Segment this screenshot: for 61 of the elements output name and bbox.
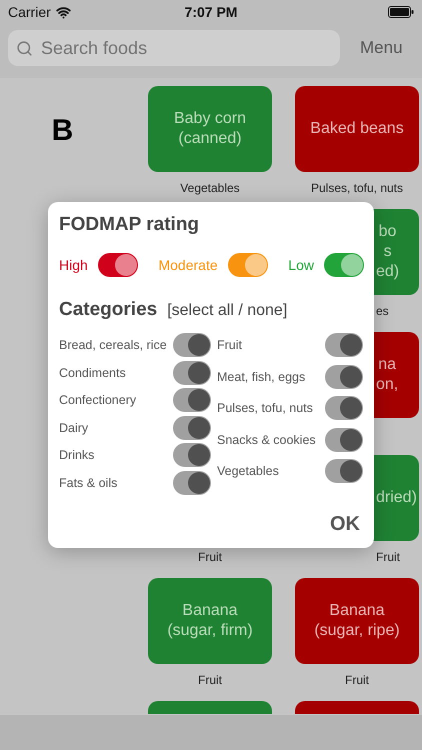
menu-button[interactable]: Menu	[358, 34, 405, 62]
category-label: Fats & oils	[59, 476, 118, 490]
food-tile[interactable]	[148, 701, 272, 714]
category-toggle[interactable]	[325, 459, 363, 483]
search-input[interactable]: Search foods	[39, 36, 323, 60]
food-name: Baby corn (canned)	[174, 109, 246, 149]
section-letter: B	[52, 114, 74, 148]
category-caption: Fruit	[198, 673, 222, 687]
rating-toggle[interactable]	[324, 253, 364, 277]
category-caption: Vegetables	[180, 181, 240, 195]
carrier-label: Carrier	[8, 4, 51, 20]
rating-label: Moderate	[158, 257, 218, 273]
food-name: bo s ed)	[376, 222, 400, 282]
search-icon	[16, 40, 33, 56]
food-tile[interactable]	[295, 701, 419, 714]
category-toggle[interactable]	[325, 364, 363, 388]
category-toggle[interactable]	[173, 443, 211, 467]
category-label: Dairy	[59, 420, 88, 434]
food-name: Banana (sugar, firm)	[167, 601, 253, 641]
category-toggle[interactable]	[173, 360, 211, 384]
rating-toggle[interactable]	[228, 253, 268, 277]
category-toggle[interactable]	[173, 470, 211, 494]
category-caption: es	[375, 304, 389, 318]
category-label: Snacks & cookies	[217, 432, 316, 446]
food-name: na on,	[376, 355, 398, 395]
food-tile[interactable]: Baked beans	[295, 86, 419, 172]
clock-time: 7:07 PM	[184, 4, 238, 20]
category-toggle[interactable]	[173, 416, 211, 440]
food-tile[interactable]: Banana (sugar, firm)	[148, 578, 272, 664]
rating-toggle[interactable]	[98, 253, 138, 277]
dialog-title: FODMAP rating	[59, 214, 200, 236]
category-label: Vegetables	[217, 464, 279, 478]
category-label: Meat, fish, eggs	[217, 370, 306, 384]
food-name: Banana (sugar, ripe)	[314, 601, 400, 641]
select-all-link[interactable]: [select all / none]	[167, 302, 288, 320]
category-label: Bread, cereals, rice	[59, 338, 167, 352]
category-toggle[interactable]	[173, 333, 211, 357]
category-caption: Fruit	[375, 550, 400, 564]
food-name: Baked beans	[310, 119, 404, 139]
ok-button[interactable]: OK	[326, 511, 364, 538]
category-caption: Fruit	[198, 550, 222, 564]
category-label: Confectionery	[59, 393, 136, 407]
categories-heading: Categories	[59, 299, 158, 321]
category-label: Pulses, tofu, nuts	[217, 401, 313, 415]
category-toggle[interactable]	[325, 428, 363, 452]
category-label: Fruit	[217, 338, 242, 352]
search-field[interactable]: Search foods	[8, 30, 340, 66]
food-tile[interactable]: Baby corn (canned)	[148, 86, 272, 172]
food-name: dried)	[376, 488, 417, 508]
wifi-icon	[56, 4, 71, 20]
food-tile[interactable]: Banana (sugar, ripe)	[295, 578, 419, 664]
rating-label: Low	[288, 257, 314, 273]
category-label: Drinks	[59, 448, 94, 462]
rating-label: High	[59, 257, 88, 273]
category-caption: Pulses, tofu, nuts	[310, 181, 404, 195]
battery-icon	[388, 6, 414, 18]
category-toggle[interactable]	[325, 396, 363, 420]
category-label: Condiments	[59, 366, 126, 380]
category-caption: Fruit	[345, 673, 369, 687]
category-toggle[interactable]	[325, 333, 363, 357]
category-toggle[interactable]	[173, 388, 211, 412]
